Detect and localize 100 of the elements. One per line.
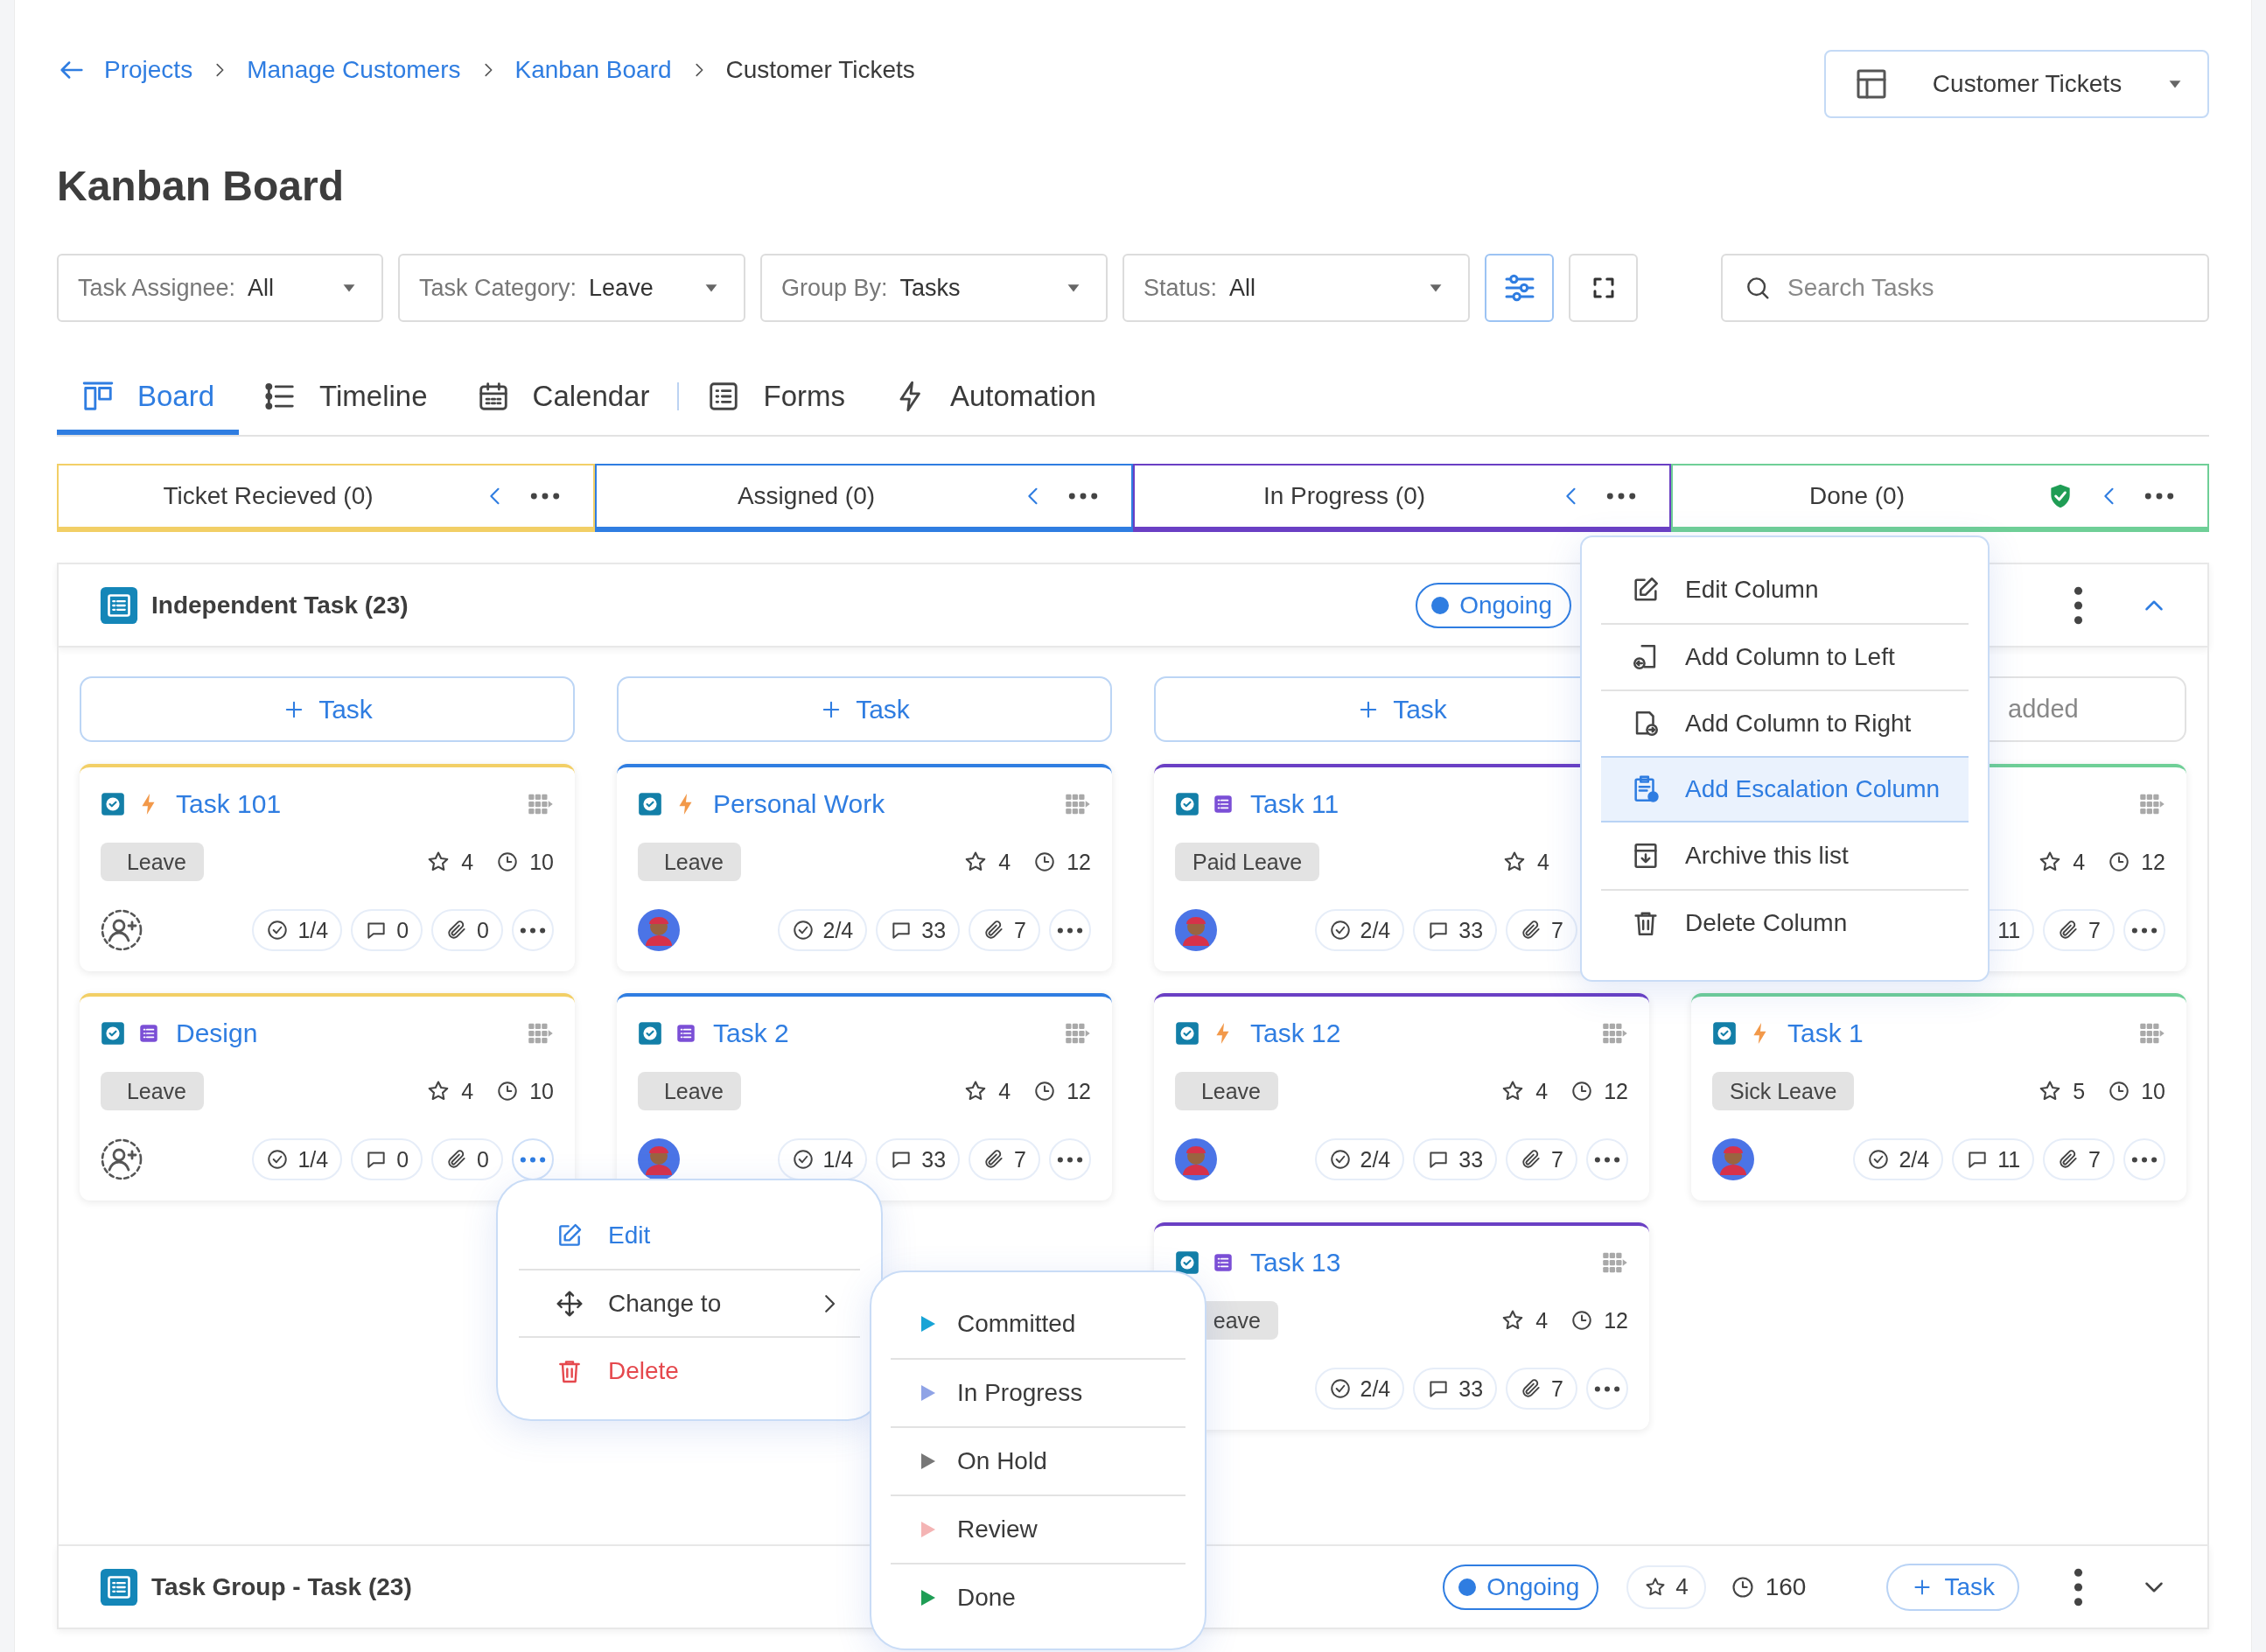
page-title: Kanban Board bbox=[57, 162, 346, 211]
time-value: 10 bbox=[529, 849, 554, 875]
kebab-icon[interactable] bbox=[2074, 1567, 2083, 1606]
task-title[interactable]: Task 101 bbox=[176, 789, 282, 819]
view-selector[interactable]: Customer Tickets bbox=[1824, 50, 2209, 118]
rating-count: 4 bbox=[1535, 1078, 1549, 1104]
filter-dropdown[interactable]: Group By: Tasks bbox=[760, 254, 1108, 322]
column-title: In Progress (0) bbox=[1262, 482, 1427, 510]
count-label: 33 bbox=[921, 917, 947, 943]
more-icon[interactable] bbox=[1068, 493, 1098, 500]
filter-settings-button[interactable] bbox=[1485, 254, 1554, 322]
add-task-button[interactable]: Task bbox=[1886, 1563, 2019, 1611]
time-value: 160 bbox=[1765, 1572, 1807, 1601]
filter-dropdown[interactable]: Task Category: Leave bbox=[398, 254, 745, 322]
task-card[interactable]: Task 12 Leave 4 12 2/4 33 7 bbox=[1154, 993, 1649, 1200]
menu-item[interactable]: On Hold bbox=[891, 1426, 1185, 1494]
task-check-icon bbox=[1712, 1021, 1737, 1046]
status-label: Ongoing bbox=[1459, 591, 1552, 620]
count-label: 7 bbox=[2088, 1146, 2101, 1172]
task-card[interactable]: Task 2 Leave 4 12 1/4 33 7 bbox=[617, 993, 1112, 1200]
add-person-icon[interactable] bbox=[101, 909, 143, 951]
rating-count: 4 bbox=[998, 1078, 1011, 1104]
task-title[interactable]: Task 13 bbox=[1250, 1248, 1341, 1278]
category-tag: Leave bbox=[638, 1072, 741, 1110]
menu-item[interactable]: Add Column to Left bbox=[1601, 623, 1969, 690]
menu-item[interactable]: Done bbox=[891, 1563, 1185, 1631]
avatar-icon[interactable] bbox=[638, 1138, 680, 1180]
count-label: 2/4 bbox=[1360, 917, 1391, 943]
time-value: 12 bbox=[1604, 1078, 1628, 1104]
count-label: 0 bbox=[396, 1146, 409, 1172]
task-title[interactable]: Task 2 bbox=[713, 1018, 789, 1048]
menu-item[interactable]: In Progress bbox=[891, 1358, 1185, 1426]
check-circle-icon bbox=[1328, 919, 1352, 942]
check-circle-icon bbox=[266, 1148, 290, 1171]
status-dot bbox=[1431, 596, 1450, 614]
clock-icon bbox=[496, 850, 520, 873]
tab[interactable]: Calendar bbox=[451, 357, 675, 435]
more-button[interactable] bbox=[1586, 1138, 1628, 1180]
task-card[interactable]: Design Leave 4 10 1/4 0 0 bbox=[80, 993, 575, 1200]
task-check-icon bbox=[101, 1021, 125, 1046]
check-circle-icon bbox=[791, 1148, 815, 1171]
kebab-icon[interactable] bbox=[2074, 585, 2083, 625]
more-button[interactable] bbox=[2123, 909, 2165, 951]
filter-dropdown[interactable]: Status: All bbox=[1123, 254, 1470, 322]
clock-icon bbox=[2108, 1080, 2131, 1102]
task-title[interactable]: Task 12 bbox=[1250, 1018, 1341, 1048]
menu-item[interactable]: Review bbox=[891, 1494, 1185, 1563]
more-icon[interactable] bbox=[2144, 493, 2174, 500]
avatar-icon[interactable] bbox=[1175, 1138, 1217, 1180]
breadcrumb-link[interactable]: Projects bbox=[104, 56, 193, 84]
rating-count: 4 bbox=[998, 849, 1011, 875]
menu-item[interactable]: Add Escalation Column bbox=[1601, 756, 1969, 822]
count-label: 1/4 bbox=[297, 917, 329, 943]
add-person-icon[interactable] bbox=[101, 1138, 143, 1180]
task-title[interactable]: Task 1 bbox=[1787, 1018, 1864, 1048]
task-check-icon bbox=[638, 1021, 662, 1046]
more-button[interactable] bbox=[1049, 1138, 1091, 1180]
menu-item[interactable]: Delete bbox=[519, 1336, 860, 1404]
more-icon[interactable] bbox=[530, 493, 560, 500]
tab[interactable]: Automation bbox=[869, 357, 1121, 435]
avatar-icon[interactable] bbox=[638, 909, 680, 951]
breadcrumb-link[interactable]: Manage Customers bbox=[247, 56, 461, 84]
menu-item[interactable]: Delete Column bbox=[1601, 889, 1969, 956]
time-value: 10 bbox=[529, 1078, 554, 1104]
clock-icon bbox=[2108, 850, 2131, 873]
category-tag: Leave bbox=[101, 1072, 204, 1110]
breadcrumb-link[interactable]: Kanban Board bbox=[514, 56, 672, 84]
tab[interactable]: Timeline bbox=[239, 357, 452, 435]
more-icon[interactable] bbox=[1606, 493, 1636, 500]
avatar-icon[interactable] bbox=[1712, 1138, 1754, 1180]
task-card[interactable]: Personal Work Leave 4 12 2/4 33 7 bbox=[617, 764, 1112, 971]
menu-item[interactable]: Change to bbox=[519, 1269, 860, 1336]
avatar-icon[interactable] bbox=[1175, 909, 1217, 951]
form-icon bbox=[1212, 1251, 1234, 1274]
task-title[interactable]: Personal Work bbox=[713, 789, 885, 819]
tab[interactable]: Forms bbox=[682, 357, 870, 435]
add-task-button[interactable]: Task bbox=[617, 676, 1112, 742]
task-card[interactable]: Task 1 Sick Leave 5 10 2/4 11 7 bbox=[1691, 993, 2186, 1200]
check-circle-icon bbox=[1867, 1148, 1891, 1171]
menu-item[interactable]: Edit bbox=[519, 1201, 860, 1269]
search-field[interactable]: Search Tasks bbox=[1721, 254, 2209, 322]
count-label: 7 bbox=[1551, 917, 1563, 943]
add-task-button[interactable]: Task bbox=[80, 676, 575, 742]
filter-dropdown[interactable]: Task Assignee: All bbox=[57, 254, 383, 322]
rating-count: 4 bbox=[1675, 1573, 1689, 1600]
more-button[interactable] bbox=[1586, 1368, 1628, 1410]
fullscreen-button[interactable] bbox=[1569, 254, 1638, 322]
tab[interactable]: Board bbox=[57, 357, 240, 435]
task-card[interactable]: Task 13 eave 4 12 2/4 33 7 bbox=[1154, 1222, 1649, 1430]
status-label: Ongoing bbox=[1486, 1572, 1580, 1601]
task-card[interactable]: Task 101 Leave 4 10 1/4 0 0 bbox=[80, 764, 575, 971]
count-label: 7 bbox=[1014, 1146, 1026, 1172]
task-title[interactable]: Design bbox=[176, 1018, 258, 1048]
more-button[interactable] bbox=[2123, 1138, 2165, 1180]
menu-item[interactable]: Edit Column bbox=[1601, 556, 1969, 623]
more-button[interactable] bbox=[1049, 909, 1091, 951]
more-button[interactable] bbox=[512, 909, 554, 951]
count-label: 33 bbox=[921, 1146, 947, 1172]
rating-count: 4 bbox=[2073, 849, 2086, 875]
task-title[interactable]: Task 11 bbox=[1250, 789, 1339, 819]
